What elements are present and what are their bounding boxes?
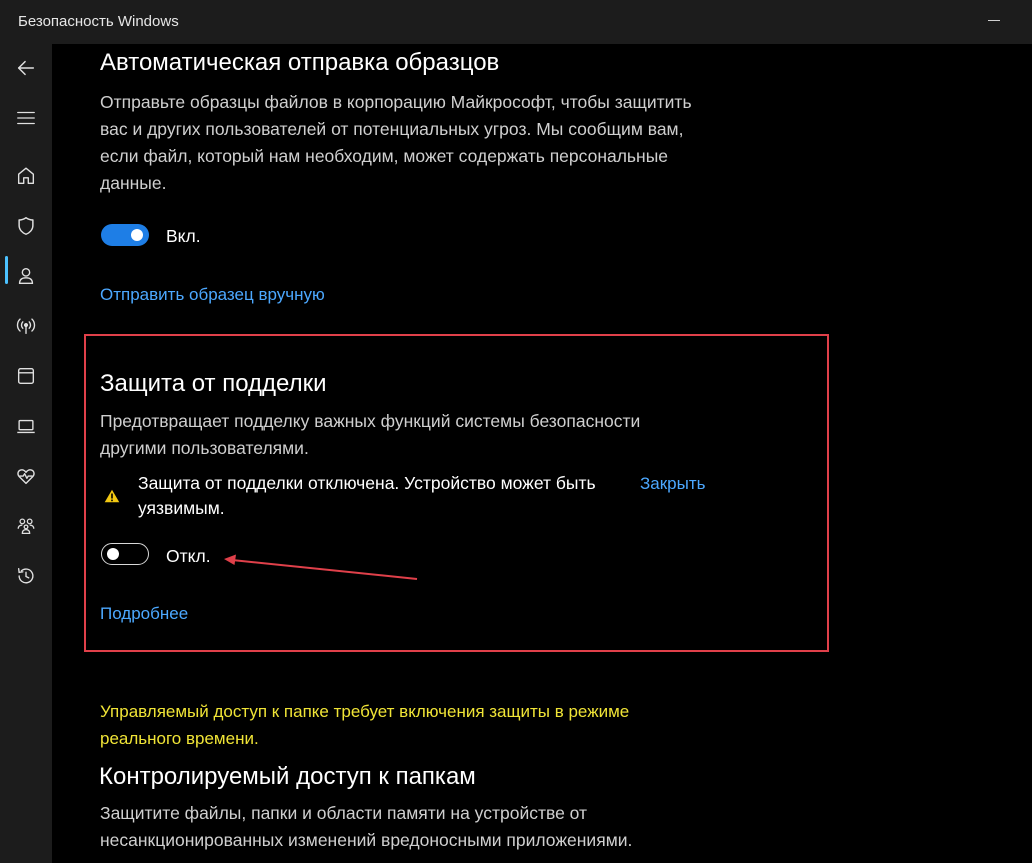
folder-access-description: Защитите файлы, папки и области памяти н… bbox=[100, 803, 633, 850]
back-arrow-icon bbox=[17, 60, 35, 76]
sidebar-item-history[interactable] bbox=[4, 556, 48, 596]
tamper-protection-warning-text: Защита от подделки отключена. Устройство… bbox=[138, 473, 596, 518]
submit-sample-manually-link[interactable]: Отправить образец вручную bbox=[100, 285, 325, 305]
hamburger-menu-icon bbox=[17, 111, 35, 125]
account-icon bbox=[18, 267, 34, 285]
sidebar-nav bbox=[0, 44, 52, 863]
app-window: Безопасность Windows Автоматическая отпр… bbox=[0, 0, 1032, 863]
folder-access-title: Контролируемый доступ к папкам bbox=[99, 763, 476, 790]
toggle-knob bbox=[131, 229, 143, 241]
sidebar-item-app-browser[interactable] bbox=[4, 356, 48, 396]
sample-submission-description: Отправьте образцы файлов в корпорацию Ма… bbox=[100, 92, 692, 193]
toggle-knob bbox=[107, 548, 119, 560]
sidebar-item-device-security[interactable] bbox=[4, 406, 48, 446]
annotation-arrow bbox=[224, 554, 418, 580]
tamper-protection-title: Защита от подделки bbox=[100, 370, 327, 397]
history-icon bbox=[17, 567, 34, 584]
sidebar-item-home[interactable] bbox=[4, 156, 48, 196]
learn-more-link[interactable]: Подробнее bbox=[100, 604, 188, 624]
dismiss-warning-link[interactable]: Закрыть bbox=[640, 474, 705, 494]
sidebar-item-device-health[interactable] bbox=[4, 456, 48, 496]
tamper-protection-description: Предотвращает подделку важных функций си… bbox=[100, 411, 641, 458]
sidebar-item-account[interactable] bbox=[4, 256, 48, 296]
minimize-button[interactable] bbox=[986, 12, 1004, 30]
sample-submission-toggle-label: Вкл. bbox=[166, 226, 201, 246]
window-title: Безопасность Windows bbox=[18, 13, 179, 30]
back-button[interactable] bbox=[4, 48, 48, 88]
folder-access-warning: Управляемый доступ к папке требует включ… bbox=[100, 702, 630, 748]
heart-pulse-icon bbox=[17, 469, 35, 485]
network-antenna-icon bbox=[16, 318, 36, 335]
sidebar-item-family[interactable] bbox=[4, 506, 48, 546]
laptop-icon bbox=[17, 419, 35, 434]
warning-icon bbox=[104, 489, 120, 503]
title-bar: Безопасность Windows bbox=[0, 0, 1032, 44]
sidebar-item-virus-protection[interactable] bbox=[4, 206, 48, 246]
tamper-protection-toggle[interactable] bbox=[101, 543, 149, 565]
sample-submission-title: Автоматическая отправка образцов bbox=[100, 49, 500, 76]
sidebar-item-firewall[interactable] bbox=[4, 306, 48, 346]
main-content: Автоматическая отправка образцов Отправь… bbox=[52, 44, 1032, 863]
shield-icon bbox=[18, 217, 34, 235]
home-icon bbox=[17, 167, 35, 185]
menu-button[interactable] bbox=[4, 98, 48, 138]
family-icon bbox=[17, 518, 35, 534]
sample-submission-toggle[interactable] bbox=[101, 224, 149, 246]
tamper-protection-toggle-label: Откл. bbox=[166, 546, 211, 566]
app-browser-icon bbox=[17, 367, 35, 385]
